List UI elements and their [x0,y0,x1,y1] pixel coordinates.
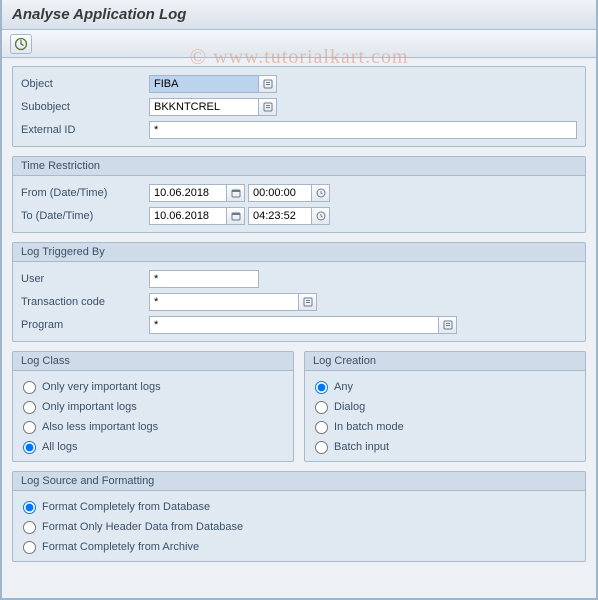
log-source-db[interactable]: Format Completely from Database [21,497,577,517]
extid-input[interactable] [149,121,577,139]
to-time-f4[interactable] [312,207,330,225]
to-date-f4[interactable] [227,207,245,225]
log-creation-group: Log Creation Any Dialog In batch mode Ba… [304,351,586,462]
program-f4[interactable] [439,316,457,334]
f4-icon [443,320,453,330]
triggered-by-legend: Log Triggered By [13,243,585,262]
toolbar [2,30,596,58]
f4-icon [303,297,313,307]
f4-icon [263,102,273,112]
subobject-input[interactable] [149,98,259,116]
from-time-input[interactable] [248,184,312,202]
to-time-input[interactable] [248,207,312,225]
object-group: Object Subobject External ID [12,66,586,147]
clock-execute-icon [14,37,28,51]
calendar-icon [231,188,241,198]
to-date-input[interactable] [149,207,227,225]
tcode-f4[interactable] [299,293,317,311]
program-label: Program [21,319,149,331]
log-class-important[interactable]: Only important logs [21,397,285,417]
time-restriction-legend: Time Restriction [13,157,585,176]
object-f4-button[interactable] [259,75,277,93]
to-label: To (Date/Time) [21,210,149,222]
object-label: Object [21,78,149,90]
time-restriction-group: Time Restriction From (Date/Time) To (Da… [12,156,586,233]
log-source-group: Log Source and Formatting Format Complet… [12,471,586,562]
log-source-archive[interactable]: Format Completely from Archive [21,537,577,557]
page-title: Analyse Application Log [2,0,596,30]
extid-label: External ID [21,124,149,136]
from-date-f4[interactable] [227,184,245,202]
log-creation-batchinput[interactable]: Batch input [313,437,577,457]
tcode-label: Transaction code [21,296,149,308]
triggered-by-group: Log Triggered By User Transaction code P… [12,242,586,342]
log-creation-dialog[interactable]: Dialog [313,397,577,417]
subobject-label: Subobject [21,101,149,113]
log-class-legend: Log Class [13,352,293,371]
log-class-all[interactable]: All logs [21,437,285,457]
from-time-f4[interactable] [312,184,330,202]
log-creation-legend: Log Creation [305,352,585,371]
user-label: User [21,273,149,285]
calendar-icon [231,211,241,221]
f4-icon [263,79,273,89]
program-input[interactable] [149,316,439,334]
log-class-very[interactable]: Only very important logs [21,377,285,397]
clock-icon [316,211,326,221]
log-class-group: Log Class Only very important logs Only … [12,351,294,462]
clock-icon [316,188,326,198]
from-label: From (Date/Time) [21,187,149,199]
user-input[interactable] [149,270,259,288]
tcode-input[interactable] [149,293,299,311]
execute-button[interactable] [10,34,32,54]
log-class-less[interactable]: Also less important logs [21,417,285,437]
log-creation-any[interactable]: Any [313,377,577,397]
object-input[interactable] [149,75,259,93]
log-creation-batch[interactable]: In batch mode [313,417,577,437]
subobject-f4-button[interactable] [259,98,277,116]
log-source-legend: Log Source and Formatting [13,472,585,491]
log-source-header[interactable]: Format Only Header Data from Database [21,517,577,537]
from-date-input[interactable] [149,184,227,202]
